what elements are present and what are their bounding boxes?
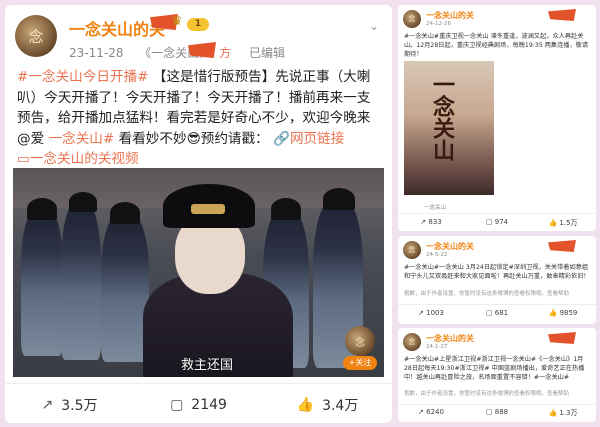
figure: [101, 212, 149, 362]
sticker-decoration: [548, 240, 576, 252]
share-button[interactable]: ↗ 833: [398, 218, 464, 228]
edited-label: 已编辑: [248, 46, 285, 60]
post-text: #一念关山#重庆卫视一念关山 凛冬重逢，波澜又起，众人再赴关山。12月28日起，…: [404, 33, 589, 58]
action-bar: ↗ 833 ▢ 974 👍 1.5万: [398, 218, 596, 228]
sunglasses-emoji: 😎: [186, 130, 201, 147]
comment-icon: ▢: [170, 397, 184, 413]
poster-caption: 一念关山: [424, 205, 447, 211]
like-icon: 👍: [296, 397, 315, 413]
like-button[interactable]: 👍 1.3万: [530, 408, 596, 418]
share-icon: ↗: [418, 408, 427, 416]
action-bar: ↗ 1003 ▢ 681 👍 9859: [398, 309, 596, 317]
watermark-avatar: 念: [345, 326, 375, 356]
avatar[interactable]: 念: [403, 241, 421, 259]
action-bar: ↗ 3.5万 ▢ 2149 👍 3.4万: [5, 391, 392, 419]
web-link[interactable]: 网页链接: [290, 131, 344, 147]
share-button[interactable]: ↗ 6240: [398, 408, 464, 418]
like-count: 3.4万: [322, 398, 359, 414]
comment-button[interactable]: ▢ 2149: [134, 391, 263, 419]
post-date: 24-12-26: [426, 21, 451, 27]
avatar[interactable]: 念: [403, 333, 421, 351]
avatar[interactable]: 念: [15, 15, 57, 57]
like-button[interactable]: 👍 9859: [530, 309, 596, 317]
comment-icon: ▢: [485, 408, 495, 416]
share-button[interactable]: ↗ 1003: [398, 309, 464, 317]
figure-hat: [271, 198, 301, 220]
video-player[interactable]: 救主还国 念 +关注: [13, 168, 384, 377]
video-icon: ▭: [17, 151, 30, 167]
comment-count: 2149: [191, 397, 227, 413]
permission-note: 抱歉，由于作者设置，你暂时没有这条微博的查看权限哦。查看帮助: [404, 291, 570, 297]
sticker-decoration: [548, 9, 576, 21]
like-button[interactable]: 👍 3.4万: [263, 391, 392, 419]
comment-button[interactable]: ▢ 681: [464, 309, 530, 317]
comment-icon: ▢: [485, 309, 495, 317]
side-post-card: 念 一念关山的关 24-1-27 #一念关山#上星浙江卫视#浙江卫视一念关山#《…: [398, 328, 596, 422]
hashtag-link[interactable]: #一念关山今日开播#: [17, 69, 149, 85]
like-icon: 👍: [548, 219, 560, 227]
level-badge: 1: [187, 18, 209, 31]
author-name[interactable]: 一念关山的关: [426, 241, 474, 252]
action-bar: ↗ 6240 ▢ 888 👍 1.3万: [398, 408, 596, 418]
sticker-decoration: [548, 332, 576, 344]
web-link-icon: 🔗: [273, 130, 290, 147]
post-date: 24-5-22: [426, 252, 448, 258]
figure-hat: [110, 202, 140, 224]
post-date: 23-11-28: [69, 46, 124, 60]
like-icon: 👍: [548, 409, 560, 417]
figure-hat: [323, 188, 355, 210]
chevron-down-icon[interactable]: ⌄: [369, 19, 379, 33]
main-post-card: 念 一念关山的关 ♛ 1 ⌄ 23-11-28 《一念关山》 方 已编辑 #一念…: [5, 5, 392, 423]
side-post-card: 念 一念关山的关 24-5-22 #一念关山#一念关山 3月24日起锁定#深圳卫…: [398, 236, 596, 324]
side-post-card: 念 一念关山的关 24-12-26 #一念关山#重庆卫视一念关山 凛冬重逢，波澜…: [398, 5, 596, 231]
author-name[interactable]: 一念关山的关: [426, 333, 474, 344]
avatar[interactable]: 念: [403, 10, 421, 28]
post-text: #一念关山#一念关山 3月24日起锁定#深圳卫视，关关带着如意姐和宁头儿又双叒赶…: [404, 264, 590, 280]
hashtag-link-2[interactable]: 一念关山#: [49, 131, 115, 147]
post-text: #一念关山今日开播# 【这是惜行版预告】先说正事（大喇叭）今天开播了！今天开播了…: [17, 69, 371, 167]
comment-icon: ▢: [485, 218, 495, 226]
post-text: #一念关山#上星浙江卫视#浙江卫视一念关山#《一念关山》1月28日起每天19:3…: [404, 356, 585, 381]
poster-title: 一念关山: [429, 73, 455, 161]
hat-ornament: [191, 204, 225, 214]
post-source-suffix: 方: [219, 46, 232, 60]
video-subtitle: 救主还国: [181, 358, 234, 373]
comment-button[interactable]: ▢ 888: [464, 408, 530, 418]
like-icon: 👍: [548, 309, 560, 317]
figure: [21, 206, 63, 356]
figure-hat: [27, 198, 57, 220]
crown-icon: ♛: [171, 14, 183, 29]
figure: [61, 200, 101, 360]
comment-button[interactable]: ▢ 974: [464, 218, 530, 228]
like-button[interactable]: 👍 1.5万: [530, 218, 596, 228]
share-icon: ↗: [41, 397, 54, 413]
share-icon: ↗: [418, 309, 427, 317]
share-button[interactable]: ↗ 3.5万: [5, 391, 134, 419]
follow-button[interactable]: +关注: [343, 356, 377, 370]
author-name[interactable]: 一念关山的关: [426, 10, 474, 21]
video-link[interactable]: 一念关山的关: [30, 151, 112, 167]
permission-note: 抱歉，由于作者设置，你暂时没有这条微博的查看权限哦。查看帮助: [404, 391, 570, 397]
figure-hat: [69, 192, 97, 212]
drama-poster[interactable]: 一念关山: [404, 61, 494, 195]
share-count: 3.5万: [61, 398, 98, 414]
post-date: 24-1-27: [426, 344, 448, 350]
